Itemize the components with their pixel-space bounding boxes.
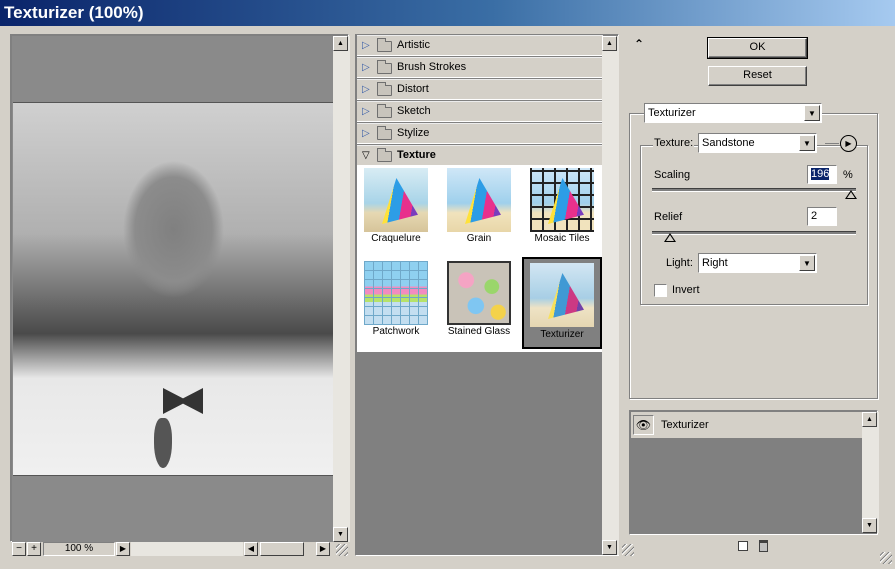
preview-resize-grip-icon[interactable] [336,544,348,556]
texture-filter-thumbnails: Craquelure Grain Mosaic Tiles Patchwork … [357,166,603,352]
ok-button[interactable]: OK [707,37,808,59]
trash-icon[interactable] [759,540,768,552]
filter-thumb-texturizer[interactable]: Texturizer [522,257,602,349]
layers-scrollbar[interactable]: ▲ ▼ [862,412,879,533]
folder-icon [377,104,392,118]
texture-label: Texture: [653,137,695,149]
dropdown-arrow-icon[interactable]: ▼ [799,255,815,271]
scaling-slider-thumb-icon[interactable] [844,190,857,199]
filter-thumb-grain[interactable]: Grain [442,166,516,252]
category-distort[interactable]: ▷ Distort [357,79,603,100]
expand-triangle-icon[interactable]: ▷ [362,80,370,99]
scroll-down-icon[interactable]: ▼ [602,540,617,555]
scaling-unit: % [843,169,853,181]
preview-bowtie-shape [163,388,203,414]
folder-icon [377,60,392,74]
relief-slider-thumb-icon[interactable] [664,233,677,242]
texture-menu-icon[interactable]: ▶ [840,135,857,152]
preview-canvas[interactable] [12,36,334,542]
dropdown-arrow-icon[interactable]: ▼ [804,105,820,121]
reset-button[interactable]: Reset [708,66,807,86]
filter-thumb-stained-glass[interactable]: Stained Glass [442,259,516,345]
filter-thumb-mosaic-tiles[interactable]: Mosaic Tiles [525,166,599,252]
scroll-up-icon[interactable]: ▲ [862,412,877,427]
preview-tie-shape [154,418,172,468]
mosaic-tiles-thumbnail-icon [530,168,594,232]
scaling-input[interactable]: 196 [807,165,837,184]
expand-triangle-icon[interactable]: ▷ [362,102,370,121]
eye-visibility-icon[interactable]: 👁 [633,415,654,435]
window-title: Texturizer (100%) [4,3,144,22]
texturizer-thumbnail-icon [530,263,594,327]
scaling-label: Scaling [654,169,691,181]
new-layer-icon[interactable] [738,541,748,551]
collapse-triangle-icon[interactable]: ▽ [362,146,370,165]
folder-icon [377,82,392,96]
relief-input[interactable]: 2 [807,207,837,226]
invert-checkbox[interactable] [654,284,667,297]
preview-vertical-scrollbar[interactable]: ▲ ▼ [333,36,350,542]
preview-image[interactable] [13,102,334,476]
layer-row-texturizer[interactable]: 👁 Texturizer [631,412,862,439]
scroll-down-icon[interactable]: ▼ [333,527,348,542]
relief-label: Relief [654,211,683,223]
zoom-out-button[interactable]: − [12,542,26,556]
expand-triangle-icon[interactable]: ▷ [362,124,370,143]
category-artistic[interactable]: ▷ Artistic [357,35,603,56]
category-stylize[interactable]: ▷ Stylize [357,123,603,144]
category-brush-strokes[interactable]: ▷ Brush Strokes [357,57,603,78]
category-texture[interactable]: ▽ Texture [357,145,603,166]
craquelure-thumbnail-icon [364,168,428,232]
scroll-right-icon[interactable]: ▶ [316,542,330,556]
scroll-up-icon[interactable]: ▲ [602,36,617,51]
preview-horizontal-scrollbar[interactable] [131,542,243,556]
preview-pane: ▲ ▼ [10,34,350,542]
window-title-bar[interactable]: Texturizer (100%) [0,0,895,26]
scroll-down-icon[interactable]: ▼ [862,518,877,533]
texture-select[interactable]: Sandstone ▼ [698,133,817,153]
invert-label: Invert [672,284,700,296]
expand-triangle-icon[interactable]: ▷ [362,36,370,55]
filter-thumb-craquelure[interactable]: Craquelure [359,166,433,252]
window-resize-grip-icon[interactable] [880,552,892,564]
filter-resize-grip-icon[interactable] [622,544,634,556]
preview-status-bar: − + 100 % ▶ ◀ ▶ [10,542,332,556]
patchwork-thumbnail-icon [364,261,428,325]
category-sketch[interactable]: ▷ Sketch [357,101,603,122]
zoom-level-field: 100 % [43,542,115,556]
collapse-chevron-icon[interactable]: ⌃ [634,37,644,51]
texture-menu-connector [825,143,839,144]
relief-slider-track[interactable] [652,231,856,235]
light-select[interactable]: Right ▼ [698,253,817,273]
filter-browser: ▷ Artistic ▷ Brush Strokes ▷ Distort ▷ S… [355,34,619,556]
zoom-menu-icon[interactable]: ▶ [116,542,130,556]
scroll-up-icon[interactable]: ▲ [333,36,348,51]
zoom-in-button[interactable]: + [27,542,41,556]
scroll-thumb[interactable] [260,542,304,556]
stained-glass-thumbnail-icon [447,261,511,325]
scroll-left-icon[interactable]: ◀ [244,542,258,556]
folder-icon [377,126,392,140]
light-label: Light: [666,257,693,269]
folder-icon [377,38,392,52]
filter-select[interactable]: Texturizer ▼ [644,103,822,123]
effect-layers-list: 👁 Texturizer ▲ ▼ [629,410,879,535]
scaling-slider-track[interactable] [652,188,856,192]
grain-thumbnail-icon [447,168,511,232]
filter-thumb-patchwork[interactable]: Patchwork [359,259,433,345]
open-folder-icon [377,148,392,162]
filter-list-scrollbar[interactable]: ▲ ▼ [602,36,619,555]
expand-triangle-icon[interactable]: ▷ [362,58,370,77]
dropdown-arrow-icon[interactable]: ▼ [799,135,815,151]
